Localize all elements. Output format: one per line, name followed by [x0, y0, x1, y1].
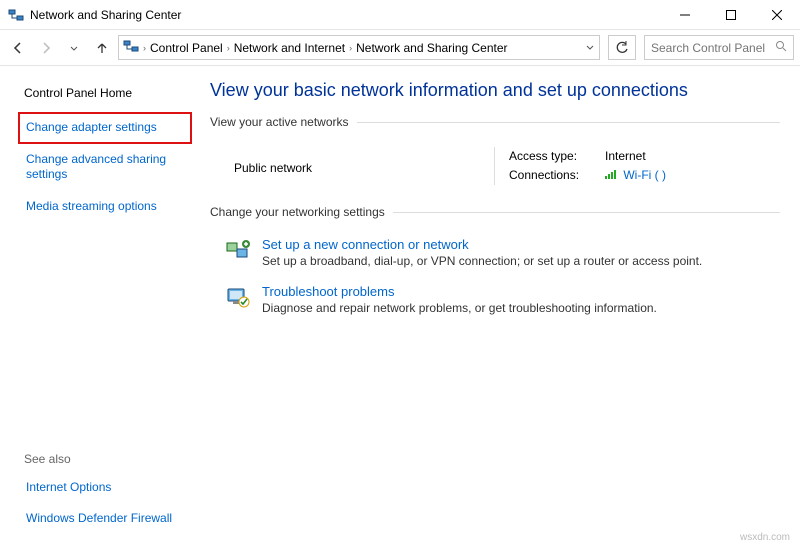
network-name: Public network [234, 147, 494, 185]
recent-dropdown[interactable] [62, 36, 86, 60]
divider [393, 212, 780, 213]
see-also-defender-firewall[interactable]: Windows Defender Firewall [18, 503, 192, 535]
access-type-label: Access type: [509, 147, 597, 166]
section-label-text: View your active networks [210, 115, 349, 129]
chevron-right-icon: › [143, 43, 146, 53]
maximize-button[interactable] [708, 0, 754, 30]
breadcrumb-label: Network and Internet [234, 41, 345, 55]
breadcrumb-item[interactable]: › Network and Internet [227, 41, 345, 55]
search-box[interactable] [644, 35, 794, 60]
main-content: View your basic network information and … [192, 66, 800, 549]
see-also-internet-options[interactable]: Internet Options [18, 472, 192, 504]
breadcrumb-root-icon [123, 38, 139, 57]
action-setup-connection[interactable]: Set up a new connection or network Set u… [210, 231, 780, 278]
watermark: wsxdn.com [740, 532, 790, 543]
title-bar: Network and Sharing Center [0, 0, 800, 30]
breadcrumb-box[interactable]: › Control Panel › Network and Internet › Ne… [118, 35, 600, 60]
active-network-row: Public network Access type: Internet Con… [210, 141, 780, 205]
network-info: Access type: Internet Connections: Wi-Fi… [494, 147, 666, 185]
control-panel-home-link[interactable]: Control Panel Home [18, 80, 192, 106]
sidebar: Control Panel Home Change adapter settin… [0, 66, 192, 549]
app-icon [8, 7, 24, 23]
connections-label: Connections: [509, 166, 597, 185]
action-desc: Set up a broadband, dial-up, or VPN conn… [262, 254, 702, 268]
page-title: View your basic network information and … [210, 80, 780, 101]
connection-link[interactable]: Wi-Fi ( ) [605, 166, 666, 185]
back-button[interactable] [6, 36, 30, 60]
sidebar-link-advanced-sharing[interactable]: Change advanced sharing settings [18, 144, 192, 191]
up-button[interactable] [90, 36, 114, 60]
setup-connection-icon [224, 237, 252, 265]
search-input[interactable] [651, 41, 771, 55]
refresh-button[interactable] [608, 35, 636, 60]
access-type-value: Internet [605, 147, 646, 166]
sidebar-link-media-streaming[interactable]: Media streaming options [18, 191, 192, 223]
active-networks-header: View your active networks [210, 115, 780, 129]
connection-link-text: Wi-Fi ( ) [623, 168, 666, 182]
chevron-right-icon: › [349, 43, 352, 53]
breadcrumb-label: Control Panel [150, 41, 223, 55]
troubleshoot-icon [224, 284, 252, 312]
action-troubleshoot[interactable]: Troubleshoot problems Diagnose and repai… [210, 278, 780, 325]
breadcrumb-item[interactable]: › Control Panel [143, 41, 223, 55]
action-title: Set up a new connection or network [262, 237, 702, 252]
address-dropdown[interactable] [585, 41, 595, 55]
window-title: Network and Sharing Center [30, 8, 662, 22]
sidebar-link-change-adapter[interactable]: Change adapter settings [18, 112, 192, 144]
breadcrumb-label: Network and Sharing Center [356, 41, 507, 55]
forward-button[interactable] [34, 36, 58, 60]
action-desc: Diagnose and repair network problems, or… [262, 301, 657, 315]
close-button[interactable] [754, 0, 800, 30]
breadcrumb-item[interactable]: › Network and Sharing Center [349, 41, 507, 55]
section-label-text: Change your networking settings [210, 205, 385, 219]
search-icon [775, 40, 787, 55]
see-also-header: See also [18, 446, 192, 472]
action-title: Troubleshoot problems [262, 284, 657, 299]
minimize-button[interactable] [662, 0, 708, 30]
see-also-section: See also Internet Options Windows Defend… [18, 446, 192, 535]
chevron-right-icon: › [227, 43, 230, 53]
divider [357, 122, 780, 123]
wifi-signal-icon [605, 170, 616, 179]
change-settings-header: Change your networking settings [210, 205, 780, 219]
address-bar: › Control Panel › Network and Internet › Ne… [0, 30, 800, 66]
